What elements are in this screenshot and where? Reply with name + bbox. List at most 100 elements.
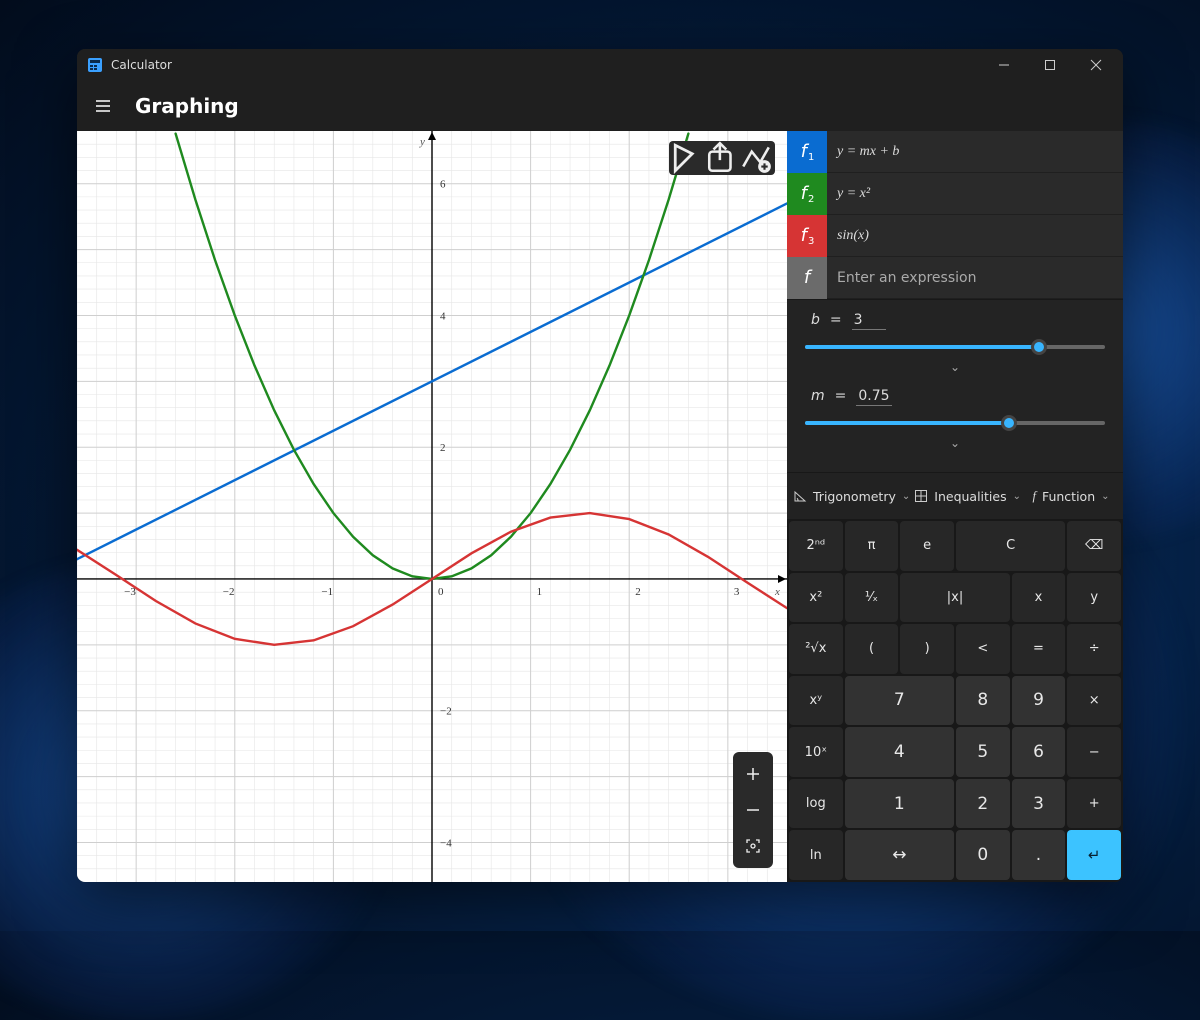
key-ln[interactable]: ln (789, 830, 843, 880)
angle-icon (793, 489, 807, 503)
key-reciprocal[interactable]: ¹⁄ₓ (845, 573, 899, 623)
share-button[interactable] (705, 143, 739, 173)
svg-text:−2: −2 (223, 586, 235, 598)
equation-row-2[interactable]: f2 y = x² (787, 173, 1123, 215)
slider-b-track[interactable] (805, 338, 1105, 356)
svg-text:0: 0 (438, 586, 444, 598)
key-backspace[interactable]: ⌫ (1067, 521, 1121, 571)
key-x-variable[interactable]: x (1012, 573, 1066, 623)
plot-svg: yx−3−2−10123−4−2246 (77, 131, 787, 882)
key-6[interactable]: 6 (1012, 727, 1066, 777)
svg-text:6: 6 (440, 179, 446, 191)
graph-canvas[interactable]: yx−3−2−10123−4−2246 (77, 131, 787, 882)
key-1[interactable]: 1 (845, 779, 954, 829)
equation-row-3[interactable]: f3 sin(x) (787, 215, 1123, 257)
svg-text:3: 3 (734, 586, 740, 598)
equation-input-placeholder: Enter an expression (827, 270, 976, 286)
slider-b-expand[interactable]: ⌄ (805, 360, 1105, 374)
zoom-in-button[interactable] (733, 756, 773, 792)
variable-sliders: b = 3 ⌄ m = 0.75 (787, 299, 1123, 472)
key-divide[interactable]: ÷ (1067, 624, 1121, 674)
slider-b-value[interactable]: 3 (852, 312, 886, 330)
category-trigonometry[interactable]: Trigonometry⌄ (793, 479, 910, 513)
key-lt[interactable]: < (956, 624, 1010, 674)
key-4[interactable]: 4 (845, 727, 954, 777)
slider-m-name: m (811, 388, 825, 404)
key-xy[interactable]: xʸ (789, 676, 843, 726)
page-title: Graphing (135, 94, 239, 118)
key-second[interactable]: 2ⁿᵈ (789, 521, 843, 571)
keypad-category-row: Trigonometry⌄ Inequalities⌄ f Function⌄ (787, 472, 1123, 519)
key-5[interactable]: 5 (956, 727, 1010, 777)
slider-b: b = 3 ⌄ (805, 312, 1105, 374)
zoom-controls (733, 752, 773, 868)
keypad: 2ⁿᵈ π e C ⌫ x² ¹⁄ₓ |x| x y ²√x ( ) < = ÷… (787, 519, 1123, 882)
equation-expr-3: sin(x) (827, 228, 869, 244)
key-pi[interactable]: π (845, 521, 899, 571)
slider-m: m = 0.75 ⌄ (805, 388, 1105, 450)
key-2[interactable]: 2 (956, 779, 1010, 829)
key-7[interactable]: 7 (845, 676, 954, 726)
key-sqrt[interactable]: ²√x (789, 624, 843, 674)
slider-m-expand[interactable]: ⌄ (805, 436, 1105, 450)
function-icon: f (1032, 489, 1035, 504)
category-function[interactable]: f Function⌄ (1025, 479, 1117, 513)
key-abs[interactable]: |x| (900, 573, 1009, 623)
key-8[interactable]: 8 (956, 676, 1010, 726)
key-y-variable[interactable]: y (1067, 573, 1121, 623)
header: Graphing (77, 81, 1123, 131)
svg-text:−4: −4 (440, 837, 452, 849)
equation-expr-2: y = x² (827, 186, 870, 202)
key-3[interactable]: 3 (1012, 779, 1066, 829)
zoom-out-button[interactable] (733, 792, 773, 828)
calculator-window: Calculator Graphing yx−3−2−10123−4−2246 (77, 49, 1123, 882)
trace-button[interactable] (671, 143, 705, 173)
key-multiply[interactable]: × (1067, 676, 1121, 726)
equation-badge-3[interactable]: f3 (787, 215, 827, 257)
titlebar: Calculator (77, 49, 1123, 81)
key-subtract[interactable]: − (1067, 727, 1121, 777)
app-icon (87, 57, 103, 73)
equation-expr-1: y = mx + b (827, 144, 899, 160)
key-decimal[interactable]: . (1012, 830, 1066, 880)
key-e[interactable]: e (900, 521, 954, 571)
app-title: Calculator (111, 58, 981, 72)
key-xsquared[interactable]: x² (789, 573, 843, 623)
key-clear[interactable]: C (956, 521, 1065, 571)
key-add[interactable]: + (1067, 779, 1121, 829)
key-rparen[interactable]: ) (900, 624, 954, 674)
category-inequalities[interactable]: Inequalities⌄ (914, 479, 1021, 513)
svg-text:1: 1 (537, 586, 543, 598)
key-log[interactable]: log (789, 779, 843, 829)
key-tenx[interactable]: 10ˣ (789, 727, 843, 777)
slider-m-track[interactable] (805, 414, 1105, 432)
svg-text:2: 2 (635, 586, 641, 598)
svg-text:y: y (419, 136, 425, 148)
slider-b-thumb[interactable] (1031, 339, 1047, 355)
equation-badge-1[interactable]: f1 (787, 131, 827, 173)
key-paren-swap[interactable]: ↔ (845, 830, 954, 880)
close-button[interactable] (1073, 49, 1119, 81)
side-panel: f1 y = mx + b f2 y = x² f3 sin(x) f Ente… (787, 131, 1123, 882)
maximize-button[interactable] (1027, 49, 1073, 81)
equation-input-badge: f (787, 257, 827, 299)
key-lparen[interactable]: ( (845, 624, 899, 674)
minimize-button[interactable] (981, 49, 1027, 81)
slider-b-name: b (811, 312, 820, 328)
zoom-fit-button[interactable] (733, 828, 773, 864)
graph-toolbar (669, 141, 775, 175)
hamburger-menu-button[interactable] (85, 88, 121, 124)
equation-badge-2[interactable]: f2 (787, 173, 827, 215)
slider-m-value[interactable]: 0.75 (856, 388, 891, 406)
svg-text:4: 4 (440, 310, 446, 322)
equation-row-1[interactable]: f1 y = mx + b (787, 131, 1123, 173)
equation-list: f1 y = mx + b f2 y = x² f3 sin(x) f Ente… (787, 131, 1123, 299)
graph-options-button[interactable] (739, 143, 773, 173)
key-submit[interactable]: ↵ (1067, 830, 1121, 880)
key-equals[interactable]: = (1012, 624, 1066, 674)
svg-text:−2: −2 (440, 706, 452, 718)
key-0[interactable]: 0 (956, 830, 1010, 880)
equation-input-row[interactable]: f Enter an expression (787, 257, 1123, 299)
key-9[interactable]: 9 (1012, 676, 1066, 726)
slider-m-thumb[interactable] (1001, 415, 1017, 431)
